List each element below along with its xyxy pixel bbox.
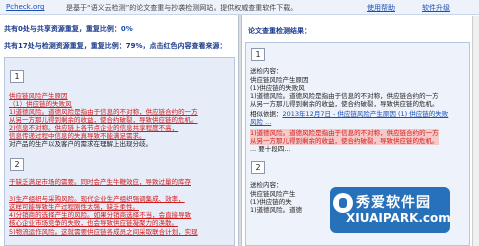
segment-number-1: 1: [10, 70, 24, 83]
detect-resource-stat: 共有17处与检测资源重复，重复比例：79%，点击红色内容查看来源：: [4, 42, 227, 50]
left2-line-6[interactable]: 5)物流运作风险。这就需要供应链各成员之间采取联合计划，实现: [9, 228, 198, 236]
sent-line-4: 从另一方那儿得到剩余的收益，使合约破裂，导致供应链的危机。: [250, 100, 439, 108]
watermark-cn: 秀爱软件园: [356, 195, 431, 211]
result-title: 论文查重检测结果：: [248, 27, 311, 35]
brand-link[interactable]: Pcheck.org: [6, 3, 44, 11]
result-number-2: 2: [251, 161, 265, 174]
watermark-en: XIUAIPARK.com: [346, 211, 451, 225]
sent-label: 送检内容：: [250, 67, 283, 75]
left2-line-5[interactable]: 核心企业市场竞争的失败，也会导致供应链凝聚力的涣散。: [9, 219, 178, 227]
site-watermark: 秀爱软件园 XIUAIPARK.com: [330, 187, 451, 233]
right-scrollbar[interactable]: [472, 16, 479, 246]
left-pane: 共有0处与共享资源重复，重复比例：0% 共有17处与检测资源重复，重复比例：79…: [0, 16, 238, 246]
match-line-3: ... 要十段四...: [250, 145, 291, 153]
sent2-line-3: 1)道德风险。道德: [250, 206, 303, 214]
segment-number-2: 2: [10, 158, 24, 171]
sent2-label: 送检内容：: [250, 181, 283, 189]
left-line-7: 对产品的生产以及客户的需求在理解上出现分歧。: [9, 140, 152, 148]
shared-stat-prefix: 共有0处与共享资源重复，重复比例：: [4, 25, 121, 33]
help-link[interactable]: 使用帮助: [367, 3, 395, 13]
similar-source-link[interactable]: 2013年12月7日 - 供应链风险产生原因 (1) 供应链的失败: [283, 110, 449, 118]
upgrade-link[interactable]: 软件升级: [422, 3, 450, 13]
site-description: 是基于“语义云检测”的论文查重与抄袭检测网站，提供权威查重软件下载。: [66, 4, 298, 12]
shared-stat-value[interactable]: 0%: [121, 25, 133, 33]
watermark-logo-icon: [333, 193, 353, 213]
similar-basis: 相似依据：2013年12月7日 - 供应链风险产生原因 (1) 供应链的失败: [250, 110, 448, 118]
left2-line-1[interactable]: 于缺乏满足市场的需要。同时会产生牛鞭效应，导致过量的库存: [9, 178, 191, 186]
top-bar: Pcheck.org 是基于“语义云检测”的论文查重与抄袭检测网站，提供权威查重…: [0, 0, 479, 15]
submitted-document[interactable]: 1 供应链风险产生原因 （1）供应链的失败风 1)道德风险。道德风险是指由于信息…: [4, 57, 235, 246]
result-number-1: 1: [251, 48, 265, 61]
similar-tail[interactable]: 风险 ...: [250, 118, 271, 126]
similar-label: 相似依据：: [250, 110, 283, 118]
shared-resource-stat: 共有0处与共享资源重复，重复比例：0%: [4, 24, 133, 34]
